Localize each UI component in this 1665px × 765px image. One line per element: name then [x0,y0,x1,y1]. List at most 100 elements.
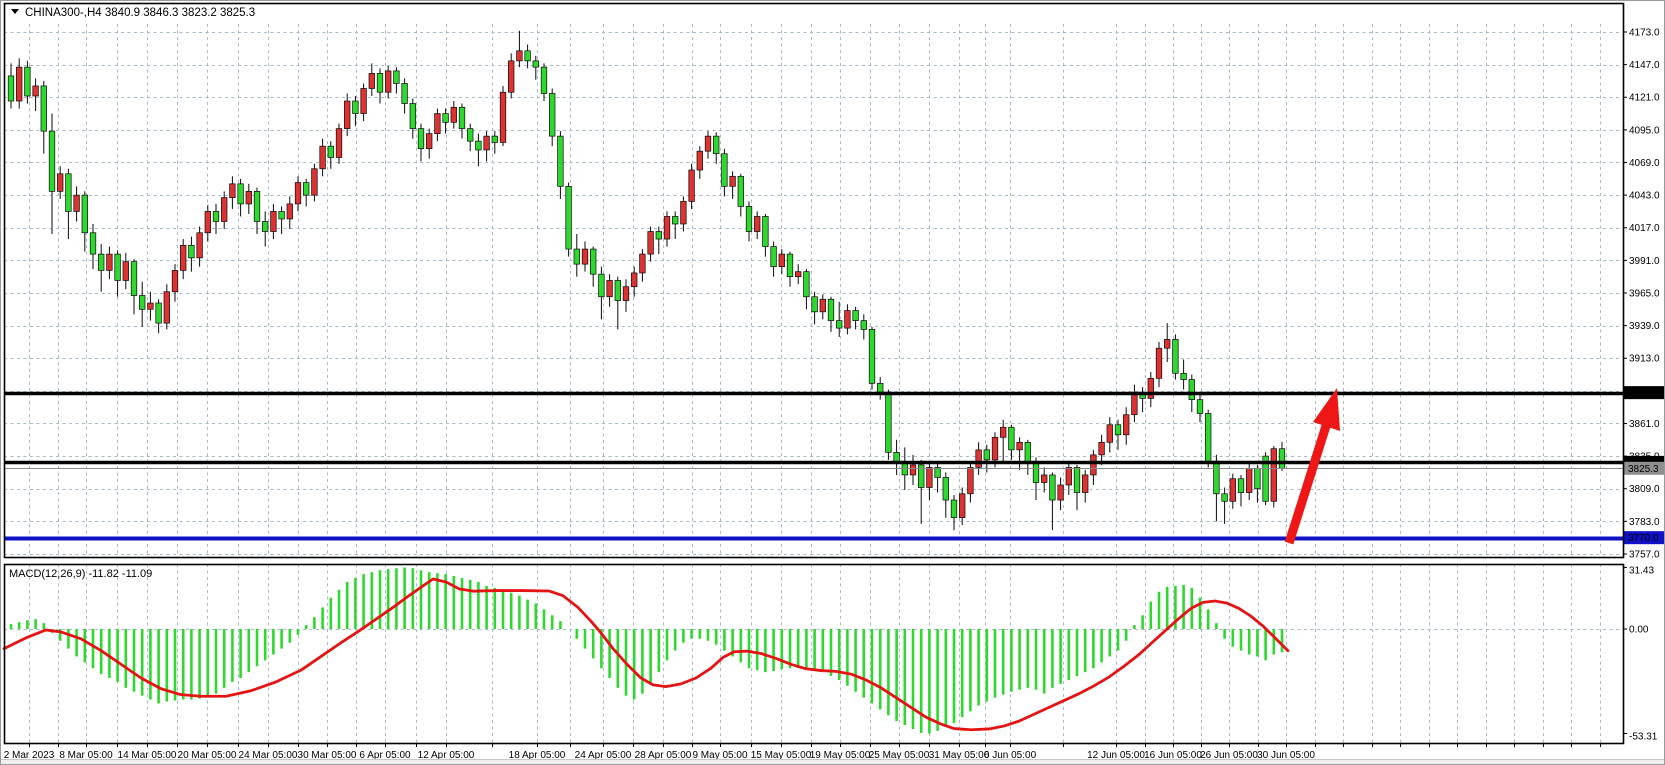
candle-bullish[interactable] [1271,449,1277,502]
candle-bearish[interactable] [763,216,769,246]
candle-bearish[interactable] [66,174,72,212]
candle-bullish[interactable] [927,467,933,487]
candle-bullish[interactable] [271,211,277,231]
candle-bullish[interactable] [1066,467,1072,485]
candle-bullish[interactable] [1123,415,1129,435]
candle-bearish[interactable] [574,249,580,264]
candle-bullish[interactable] [959,494,965,518]
candle-bearish[interactable] [1222,494,1228,502]
candle-bearish[interactable] [1238,479,1244,493]
candle-bearish[interactable] [1173,339,1179,373]
candle-bullish[interactable] [705,136,711,151]
candle-bearish[interactable] [279,211,285,219]
candle-bullish[interactable] [1099,442,1105,455]
candle-bearish[interactable] [1115,425,1121,435]
candle-bearish[interactable] [771,247,777,267]
candle-bullish[interactable] [992,437,998,460]
candle-bullish[interactable] [33,86,39,96]
candle-bullish[interactable] [312,169,318,195]
candle-bullish[interactable] [508,61,514,92]
candle-bearish[interactable] [238,184,244,204]
candle-bearish[interactable] [189,245,195,258]
candle-bullish[interactable] [664,216,670,239]
candle-bullish[interactable] [795,272,801,277]
candle-bearish[interactable] [541,67,547,93]
candle-bullish[interactable] [1000,427,1006,437]
candle-bearish[interactable] [853,311,859,321]
candle-bearish[interactable] [566,186,572,249]
candle-bullish[interactable] [246,191,252,204]
candle-bearish[interactable] [549,93,555,136]
candle-bearish[interactable] [115,254,121,280]
candle-bearish[interactable] [984,450,990,460]
candle-bearish[interactable] [943,477,949,500]
candle-bullish[interactable] [681,201,687,224]
candle-bearish[interactable] [1181,373,1187,379]
candle-bearish[interactable] [656,232,662,240]
candle-bullish[interactable] [910,465,916,475]
candle-bearish[interactable] [254,191,260,221]
candle-bearish[interactable] [951,500,957,518]
candle-bearish[interactable] [41,86,47,131]
candle-bullish[interactable] [1017,442,1023,450]
candle-bullish[interactable] [16,67,22,101]
candle-bullish[interactable] [631,273,637,287]
candle-bearish[interactable] [787,254,793,277]
candle-bullish[interactable] [221,198,227,222]
candle-bearish[interactable] [139,296,145,310]
candle-bearish[interactable] [82,195,88,233]
candle-bullish[interactable] [1246,469,1252,493]
trading-chart-svg[interactable]: 4173.04147.04121.04095.04069.04043.04017… [1,1,1665,765]
candle-bullish[interactable] [361,88,367,113]
candle-bullish[interactable] [205,211,211,232]
candle-bearish[interactable] [213,211,219,221]
candle-bearish[interactable] [746,206,752,231]
candle-bearish[interactable] [1214,461,1220,494]
candle-bearish[interactable] [328,146,334,157]
candle-bullish[interactable] [1148,378,1154,398]
candle-bearish[interactable] [443,114,449,123]
candle-bearish[interactable] [25,67,31,96]
candle-bullish[interactable] [344,101,350,129]
candle-bullish[interactable] [230,184,236,198]
candle-bullish[interactable] [607,280,613,296]
candle-bearish[interactable] [713,136,719,154]
candle-bullish[interactable] [845,311,851,329]
candle-bearish[interactable] [262,221,268,231]
candle-bearish[interactable] [886,392,892,452]
candle-bullish[interactable] [320,146,326,169]
candle-bearish[interactable] [1074,467,1080,492]
candle-bullish[interactable] [1156,348,1162,378]
candle-bullish[interactable] [1082,475,1088,493]
candle-bearish[interactable] [590,249,596,274]
candle-bullish[interactable] [730,176,736,186]
candle-bullish[interactable] [623,287,629,301]
candle-bearish[interactable] [8,76,14,101]
candle-bullish[interactable] [426,134,432,149]
candle-bullish[interactable] [754,216,760,231]
candle-bearish[interactable] [722,154,728,187]
candle-bullish[interactable] [484,136,490,150]
candle-bullish[interactable] [1091,455,1097,475]
candle-bearish[interactable] [1009,427,1015,450]
candle-bullish[interactable] [689,170,695,201]
candle-bearish[interactable] [1197,400,1203,414]
candle-bullish[interactable] [107,254,113,270]
candle-bearish[interactable] [402,83,408,103]
candle-bearish[interactable] [861,321,867,330]
candle-bearish[interactable] [353,101,359,114]
candle-bullish[interactable] [640,254,646,273]
candle-bearish[interactable] [98,254,104,270]
candle-bearish[interactable] [738,176,744,206]
candle-bearish[interactable] [377,73,383,92]
candle-bearish[interactable] [418,129,424,149]
candle-bullish[interactable] [1107,425,1113,443]
candle-bearish[interactable] [558,136,564,186]
candle-bullish[interactable] [968,467,974,493]
candle-bullish[interactable] [1164,339,1170,348]
candle-bullish[interactable] [517,51,523,61]
candle-bullish[interactable] [385,71,391,92]
candle-bullish[interactable] [148,303,154,309]
candle-bearish[interactable] [615,280,621,300]
candle-bullish[interactable] [1132,393,1138,414]
